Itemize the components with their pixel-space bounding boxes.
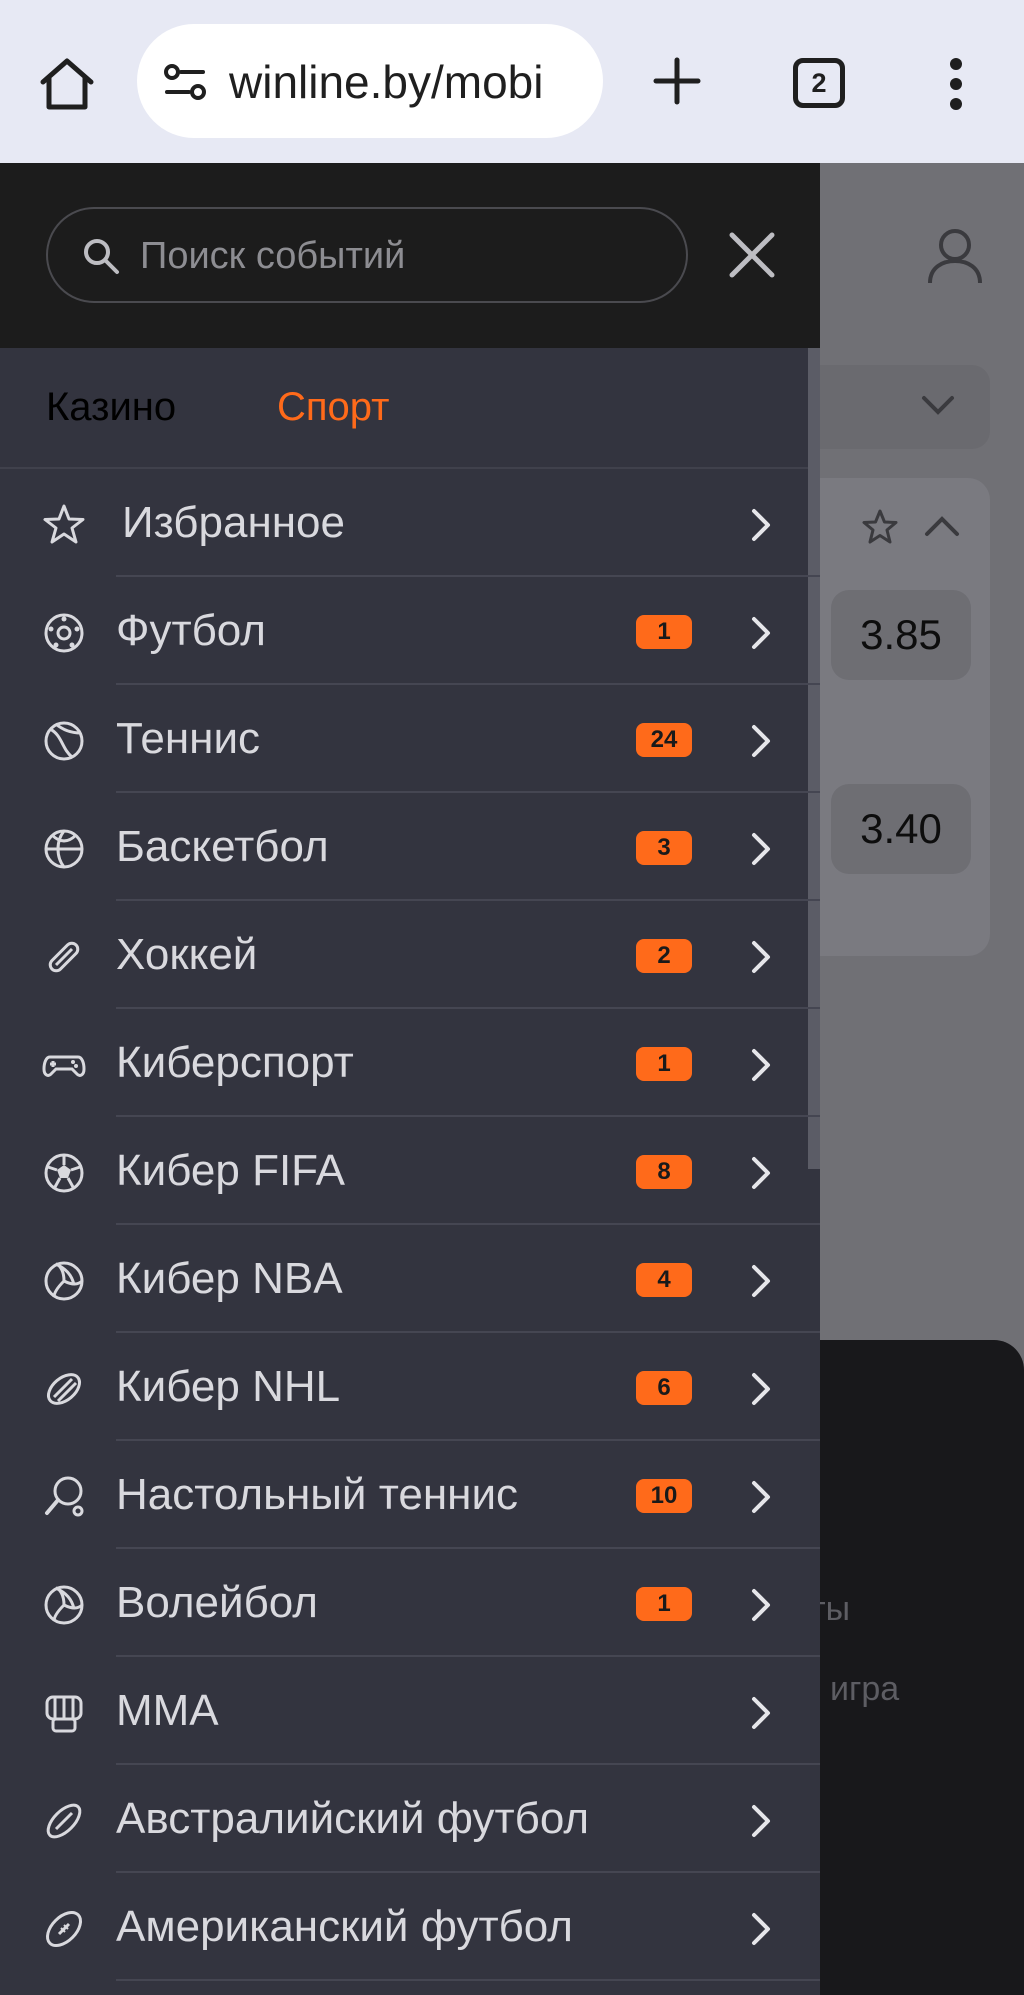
sport-list-item[interactable]: Футбол 1 — [0, 577, 820, 685]
sport-item-label: Футбол — [116, 606, 266, 655]
sport-item-label: Кибер FIFA — [116, 1146, 345, 1195]
sport-list-item[interactable]: Баскетбол 3 — [0, 793, 820, 901]
event-count-badge: 24 — [636, 723, 692, 757]
sport-item-label: MMA — [116, 1686, 219, 1735]
sport-list: Избранное Футбол 1 Теннис 24 Баскетбол 3 Хоккей… — [0, 469, 820, 1981]
event-count-badge: 6 — [636, 1371, 692, 1405]
chevron-right-icon — [752, 725, 770, 757]
sport-item-label: Волейбол — [116, 1578, 318, 1627]
divider — [116, 1979, 820, 1981]
chevron-right-icon — [752, 1589, 770, 1621]
sport-item-label: Теннис — [116, 714, 261, 763]
chevron-right-icon — [752, 509, 770, 541]
browser-toolbar: winline.by/mobi 2 — [0, 0, 1024, 163]
chevron-right-icon — [752, 617, 770, 649]
site-settings-icon[interactable] — [163, 64, 207, 100]
event-count-badge: 4 — [636, 1263, 692, 1297]
table-tennis-icon — [45, 1476, 84, 1517]
chevron-right-icon — [752, 1157, 770, 1189]
volleyball-icon — [44, 1585, 84, 1625]
chevron-right-icon — [752, 941, 770, 973]
plus-icon[interactable] — [652, 56, 702, 106]
sport-item-label: Австралийский футбол — [116, 1794, 590, 1843]
tennis-icon — [44, 721, 84, 761]
hockey-puck-icon — [47, 1373, 81, 1405]
sport-item-label: Американский футбол — [116, 1902, 573, 1951]
tab-sport[interactable]: Спорт — [277, 385, 389, 430]
hockey-icon — [48, 941, 80, 973]
chevron-right-icon — [752, 1265, 770, 1297]
star-icon — [862, 509, 898, 544]
sport-list-item[interactable]: Настольный теннис 10 — [0, 1441, 820, 1549]
sport-item-label: Избранное — [122, 498, 345, 547]
american-football-icon — [46, 1911, 82, 1947]
football-icon — [44, 613, 84, 653]
sport-item-label: Киберспорт — [116, 1038, 354, 1087]
chevron-right-icon — [752, 1481, 770, 1513]
chevron-right-icon — [752, 1049, 770, 1081]
basketball-icon — [44, 829, 84, 869]
event-count-badge: 2 — [636, 939, 692, 973]
sport-item-label: Кибер NBA — [116, 1254, 343, 1303]
sport-list-item[interactable]: Волейбол 1 — [0, 1549, 820, 1657]
event-count-badge: 10 — [636, 1479, 692, 1513]
sport-item-label: Настольный теннис — [116, 1470, 519, 1519]
home-icon[interactable] — [38, 56, 96, 112]
user-icon — [928, 229, 982, 284]
search-field[interactable] — [46, 207, 688, 303]
sport-item-label: Хоккей — [116, 930, 258, 979]
sport-list-item[interactable]: Кибер NBA 4 — [0, 1225, 820, 1333]
event-count-badge: 1 — [636, 1047, 692, 1081]
chevron-up-icon — [925, 516, 959, 536]
url-text[interactable]: winline.by/mobi — [229, 54, 589, 110]
sports-drawer: Казино Спорт ИзбранноеФутбол1Теннис24Бас… — [0, 163, 820, 1995]
sport-list-item[interactable]: Теннис 24 — [0, 685, 820, 793]
aussie-rules-ball-icon — [46, 1803, 82, 1839]
search-icon — [84, 239, 119, 274]
event-count-badge: 1 — [636, 615, 692, 649]
sport-list-item[interactable]: Австралийский футбол — [0, 1765, 820, 1873]
odds-value: 3.85 — [831, 590, 971, 680]
sport-list-item[interactable]: Кибер FIFA 8 — [0, 1117, 820, 1225]
gamepad-icon — [42, 1055, 86, 1077]
chevron-down-icon — [922, 396, 954, 415]
more-vert-icon[interactable] — [944, 56, 968, 112]
volleyball-icon — [44, 1261, 84, 1301]
sport-item-label: Кибер NHL — [116, 1362, 341, 1411]
event-count-badge: 3 — [636, 831, 692, 865]
soccer-ball-icon — [44, 1153, 84, 1193]
search-input[interactable] — [140, 231, 660, 281]
chevron-right-icon — [752, 1697, 770, 1729]
close-icon[interactable] — [726, 229, 778, 281]
mma-glove-icon — [45, 1695, 83, 1733]
star-icon — [43, 504, 85, 544]
drawer-header — [0, 163, 808, 348]
sport-item-label: Баскетбол — [116, 822, 329, 871]
favorites-item[interactable]: Избранное — [0, 469, 820, 577]
chevron-right-icon — [752, 1373, 770, 1405]
sport-list-item[interactable]: Киберспорт 1 — [0, 1009, 820, 1117]
sport-list-item[interactable]: Кибер NHL 6 — [0, 1333, 820, 1441]
address-bar[interactable]: winline.by/mobi — [137, 24, 603, 138]
sport-list-item[interactable]: Американский футбол — [0, 1873, 820, 1981]
chevron-right-icon — [752, 833, 770, 865]
odds-value: 3.40 — [831, 784, 971, 874]
tab-casino[interactable]: Казино — [46, 385, 176, 430]
tab-switcher-button[interactable]: 2 — [793, 58, 845, 108]
sport-list-item[interactable]: Хоккей 2 — [0, 901, 820, 1009]
event-count-badge: 8 — [636, 1155, 692, 1189]
background-text: игра — [830, 1670, 900, 1708]
event-count-badge: 1 — [636, 1587, 692, 1621]
sport-list-item[interactable]: MMA — [0, 1657, 820, 1765]
chevron-right-icon — [752, 1805, 770, 1837]
chevron-right-icon — [752, 1913, 770, 1945]
